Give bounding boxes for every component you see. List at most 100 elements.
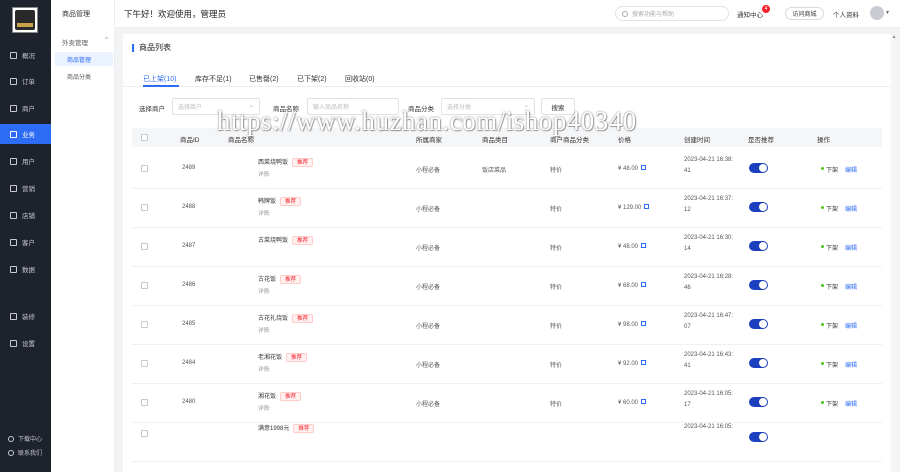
row-checkbox[interactable]	[141, 360, 148, 367]
cell-price[interactable]: ¥ 48.00	[618, 165, 647, 172]
price-value: ¥ 48.00	[618, 244, 639, 250]
status-dot	[821, 323, 824, 326]
caret-down-icon[interactable]: ▾	[886, 9, 889, 16]
row-checkbox[interactable]	[141, 321, 148, 328]
search-input[interactable]: 搜索功能与帮助	[615, 6, 729, 21]
nav-item-5[interactable]: 营销	[0, 178, 51, 198]
edit-price-icon[interactable]	[641, 399, 647, 404]
nav-item-8[interactable]: 数据	[0, 259, 51, 279]
edit-button[interactable]: 编辑	[845, 243, 857, 252]
off-shelf-button[interactable]: 下架	[826, 165, 838, 174]
cell-id: 2487	[182, 243, 196, 249]
nav-item-label: 商户	[22, 106, 35, 113]
scroll-up-icon[interactable]: ▲	[891, 34, 897, 40]
cell-price[interactable]: ¥ 92.00	[618, 360, 647, 367]
cell-price[interactable]: ¥ 60.00	[618, 399, 647, 406]
edit-button[interactable]: 编辑	[845, 282, 857, 291]
logo[interactable]	[12, 7, 38, 33]
edit-button[interactable]: 编辑	[845, 204, 857, 213]
profile-link[interactable]: 个人资料	[833, 9, 859, 19]
select-all-checkbox[interactable]	[141, 134, 148, 141]
cell-name[interactable]: 湘花饭 推荐	[258, 391, 302, 401]
recommend-toggle[interactable]	[749, 319, 768, 329]
edit-button[interactable]: 编辑	[845, 360, 857, 369]
cell-name[interactable]: 古花礼烧饭 推荐	[258, 313, 314, 323]
table-row: 2487 古菜烧鸭饭 推荐 小程必备 特价 ¥ 48.00 2023-04-21 16:30…	[132, 228, 882, 267]
off-shelf-button[interactable]: 下架	[826, 321, 838, 330]
nav-item-9[interactable]: 装修	[0, 306, 51, 326]
store-icon	[10, 211, 17, 219]
category-select[interactable]: 选择分类 ⌄	[441, 98, 535, 115]
tab-on-shelf[interactable]: 已上架(10)	[143, 74, 176, 84]
edit-price-icon[interactable]	[641, 282, 647, 287]
off-shelf-button[interactable]: 下架	[826, 282, 838, 291]
cell-name[interactable]: 西菜烧鸭饭 推荐	[258, 157, 314, 167]
off-shelf-button[interactable]: 下架	[826, 243, 838, 252]
off-shelf-button[interactable]: 下架	[826, 360, 838, 369]
subnav-item-product-manage[interactable]: 商品管理	[55, 52, 113, 66]
edit-price-icon[interactable]	[644, 204, 650, 209]
decor-icon	[10, 312, 17, 320]
nav-item-4[interactable]: 用户	[0, 151, 51, 171]
cell-name[interactable]: 古花饭 推荐	[258, 274, 302, 284]
cell-name[interactable]: 满意1998元 推荐	[258, 423, 315, 433]
contact-us-link[interactable]: 联系我们	[0, 448, 51, 457]
tab-sold-out[interactable]: 已售罄(2)	[249, 74, 279, 84]
row-checkbox[interactable]	[141, 430, 148, 437]
nav-item-label: 订单	[22, 79, 35, 86]
cell-price[interactable]: ¥ 129.00	[618, 204, 650, 211]
page-title: 商品列表	[132, 44, 171, 52]
recommend-toggle[interactable]	[749, 432, 768, 442]
recommend-toggle[interactable]	[749, 397, 768, 407]
nav-item-3[interactable]: 业务	[0, 124, 51, 144]
download-center-link[interactable]: 下载中心	[0, 434, 51, 443]
name-input[interactable]: 输入商品名称	[307, 98, 399, 115]
recommend-tag: 推荐	[292, 157, 314, 167]
recommend-toggle[interactable]	[749, 241, 768, 251]
customer-icon	[10, 238, 17, 246]
nav-item-7[interactable]: 客户	[0, 232, 51, 252]
nav-item-1[interactable]: 订单	[0, 71, 51, 91]
avatar[interactable]	[870, 6, 884, 20]
cell-name[interactable]: 古菜烧鸭饭 推荐	[258, 235, 314, 245]
cell-name[interactable]: 老湘花饭 推荐	[258, 352, 308, 362]
row-checkbox[interactable]	[141, 399, 148, 406]
edit-button[interactable]: 编辑	[845, 399, 857, 408]
edit-price-icon[interactable]	[641, 243, 647, 248]
off-shelf-button[interactable]: 下架	[826, 204, 838, 213]
nav-item-6[interactable]: 店铺	[0, 205, 51, 225]
tab-low-stock[interactable]: 库存不足(1)	[195, 74, 232, 84]
row-checkbox[interactable]	[141, 204, 148, 211]
recommend-toggle[interactable]	[749, 163, 768, 173]
visit-mall-button[interactable]: 访问商城	[785, 7, 824, 20]
edit-button[interactable]: 编辑	[845, 321, 857, 330]
recommend-toggle[interactable]	[749, 280, 768, 290]
subnav-group-takeout[interactable]: 外卖管理 ^	[62, 37, 108, 47]
subnav-item-product-category[interactable]: 商品分类	[55, 69, 113, 83]
edit-price-icon[interactable]	[641, 165, 647, 170]
vertical-scrollbar[interactable]: ▲	[891, 34, 897, 472]
edit-price-icon[interactable]	[641, 321, 647, 326]
tab-recycle-bin[interactable]: 回收站(0)	[345, 74, 375, 84]
tab-off-shelf[interactable]: 已下架(2)	[297, 74, 327, 84]
cell-id: 2480	[182, 399, 196, 405]
search-button[interactable]: 搜索	[541, 98, 575, 115]
th-recommend: 是否推荐	[748, 137, 774, 144]
cell-price[interactable]: ¥ 48.00	[618, 243, 647, 250]
cell-price[interactable]: ¥ 98.00	[618, 321, 647, 328]
recommend-toggle[interactable]	[749, 358, 768, 368]
edit-button[interactable]: 编辑	[845, 165, 857, 174]
cell-price[interactable]: ¥ 68.00	[618, 282, 647, 289]
row-checkbox[interactable]	[141, 243, 148, 250]
nav-item-0[interactable]: 概况	[0, 45, 51, 65]
recommend-toggle[interactable]	[749, 202, 768, 212]
nav-item-2[interactable]: 商户	[0, 98, 51, 118]
off-shelf-button[interactable]: 下架	[826, 399, 838, 408]
row-checkbox[interactable]	[141, 282, 148, 289]
row-checkbox[interactable]	[141, 165, 148, 172]
nav-item-10[interactable]: 设置	[0, 333, 51, 353]
cell-name[interactable]: 韩牌饭 推荐	[258, 196, 302, 206]
notice-center-link[interactable]: 通知中心	[737, 9, 763, 19]
merchant-select[interactable]: 选择商户 ⌄	[172, 98, 260, 115]
edit-price-icon[interactable]	[641, 360, 647, 365]
